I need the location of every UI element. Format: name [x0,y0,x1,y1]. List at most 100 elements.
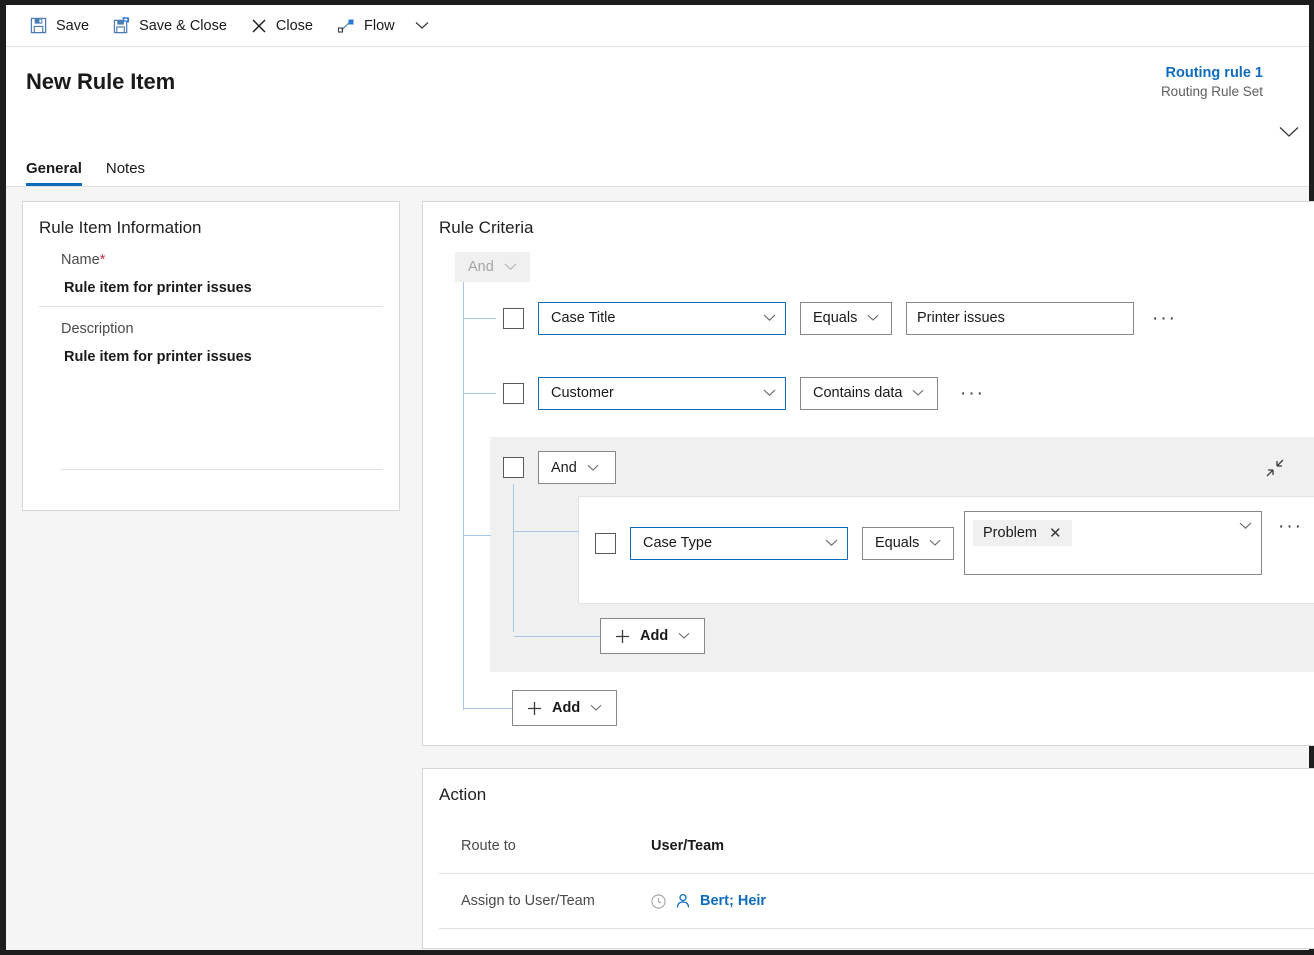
group-branch-line [514,636,600,637]
criteria-attribute-label: Customer [551,385,614,401]
criteria-row: Case Title Equals Printer issues ··· [455,294,1314,342]
person-icon [675,893,691,909]
description-field-value[interactable]: Rule item for printer issues [61,337,383,375]
criteria-operator-select[interactable]: Equals [800,301,892,335]
criteria-row-more-button[interactable]: ··· [1148,309,1181,328]
plus-icon [615,629,630,644]
criteria-group-checkbox[interactable] [503,457,524,478]
close-button[interactable]: Close [239,5,325,47]
action-card: Action Route to User/Team Assign to User… [422,768,1314,949]
criteria-tree: And Case Title Equals Printer issues ···… [439,252,1314,726]
collapse-diagonal-icon[interactable] [1265,458,1285,478]
assign-to-user-link[interactable]: Bert; Heir [700,893,766,909]
criteria-row: Case Type Equals Problem ✕ ··· [595,511,1307,575]
context-record-name[interactable]: Routing rule 1 [1161,65,1263,81]
right-column: Rule Criteria And Case Title Equals Prin… [422,201,1314,949]
form-header: New Rule Item Routing rule 1 Routing Rul… [6,47,1309,187]
route-to-label: Route to [461,838,516,854]
tab-notes-label: Notes [105,160,146,177]
criteria-group-operator-select[interactable]: And [538,451,616,484]
action-separator [439,928,1314,929]
save-and-close-button[interactable]: Save & Close [101,5,239,47]
criteria-attribute-select[interactable]: Customer [538,376,786,410]
save-and-close-icon [113,17,130,34]
chevron-down-icon [587,464,599,472]
criteria-row-checkbox[interactable] [503,307,524,329]
group-add-row: Add [490,618,1314,654]
recent-clock-icon [651,893,666,909]
chevron-down-icon [825,539,838,547]
tree-branch-line [464,535,491,536]
chevron-down-icon [415,21,429,30]
criteria-attribute-label: Case Title [551,310,616,326]
chevron-down-icon[interactable] [1239,522,1252,530]
header-expand-chevron[interactable] [1279,125,1299,143]
rule-item-information-title: Rule Item Information [39,218,202,237]
save-and-close-button-label: Save & Close [139,17,227,34]
group-add-button-label: Add [640,628,669,644]
criteria-operator-select[interactable]: Contains data [800,376,938,410]
chevron-down-icon [678,632,690,640]
criteria-group-operator-label: And [551,459,577,476]
root-add-row: Add [455,690,1314,726]
flow-button[interactable]: Flow [325,5,407,47]
close-button-label: Close [275,17,313,34]
app-window: Save Save & Close Close Flow New Rule It… [0,0,1314,955]
save-icon [30,17,47,34]
required-asterisk: * [99,252,106,268]
route-to-value[interactable]: User/Team [651,838,724,854]
form-tabs: General Notes [26,160,145,186]
plus-icon [527,701,542,716]
name-field-label: Name* [61,252,383,268]
root-add-button[interactable]: Add [512,690,618,726]
left-column: Rule Item Information Name* Rule item fo… [22,201,400,949]
description-field-label: Description [61,321,134,337]
flow-button-label: Flow [364,17,395,34]
assign-to-row: Assign to User/Team Bert; Heir [439,874,1314,928]
route-to-row: Route to User/Team [439,819,1314,873]
chevron-down-icon [763,314,776,322]
criteria-value-input[interactable]: Printer issues [906,301,1134,335]
tree-branch-line [464,708,512,709]
criteria-value-tag: Problem ✕ [973,520,1072,546]
command-bar-overflow-chevron[interactable] [407,5,437,47]
chevron-down-icon [912,389,924,397]
criteria-attribute-select[interactable]: Case Type [630,526,848,560]
chevron-down-icon [763,389,776,397]
tab-notes[interactable]: Notes [106,160,145,186]
criteria-row-more-button[interactable]: ··· [1274,517,1307,536]
criteria-value-text: Printer issues [917,310,1005,326]
criteria-row-more-button[interactable]: ··· [956,384,989,403]
tab-general[interactable]: General [26,160,82,186]
root-operator-dropdown[interactable]: And [455,252,530,282]
criteria-operator-label: Equals [875,535,920,551]
criteria-value-multiselect[interactable]: Problem ✕ [964,511,1262,575]
form-body: Rule Item Information Name* Rule item fo… [6,187,1314,949]
rule-item-information-card: Rule Item Information Name* Rule item fo… [22,201,400,511]
criteria-operator-label: Contains data [813,385,903,401]
criteria-rows: Case Title Equals Printer issues ··· Cus… [455,282,1314,726]
record-context: Routing rule 1 Routing Rule Set [1161,65,1263,99]
criteria-group-header: And [490,451,1314,484]
group-add-button[interactable]: Add [600,618,706,654]
assign-to-label: Assign to User/Team [461,893,595,909]
criteria-row-checkbox[interactable] [595,532,616,554]
save-button-label: Save [56,17,90,34]
save-button[interactable]: Save [18,5,101,47]
group-tree-trunk-line [513,484,514,632]
assign-to-value[interactable]: Bert; Heir [651,893,766,909]
remove-tag-icon[interactable]: ✕ [1049,524,1062,542]
criteria-row-checkbox[interactable] [503,382,524,404]
name-field-value[interactable]: Rule item for printer issues [61,268,383,306]
chevron-down-icon [590,704,602,712]
criteria-operator-select[interactable]: Equals [862,526,954,560]
name-field: Name* Rule item for printer issues [39,252,383,306]
context-entity-name: Routing Rule Set [1160,84,1263,99]
field-separator [39,306,383,307]
group-branch-line [513,531,579,532]
criteria-attribute-select[interactable]: Case Title [538,301,786,335]
root-add-button-label: Add [552,700,581,716]
rule-criteria-title: Rule Criteria [439,218,534,237]
chevron-down-icon [867,314,879,322]
criteria-attribute-label: Case Type [643,535,713,551]
